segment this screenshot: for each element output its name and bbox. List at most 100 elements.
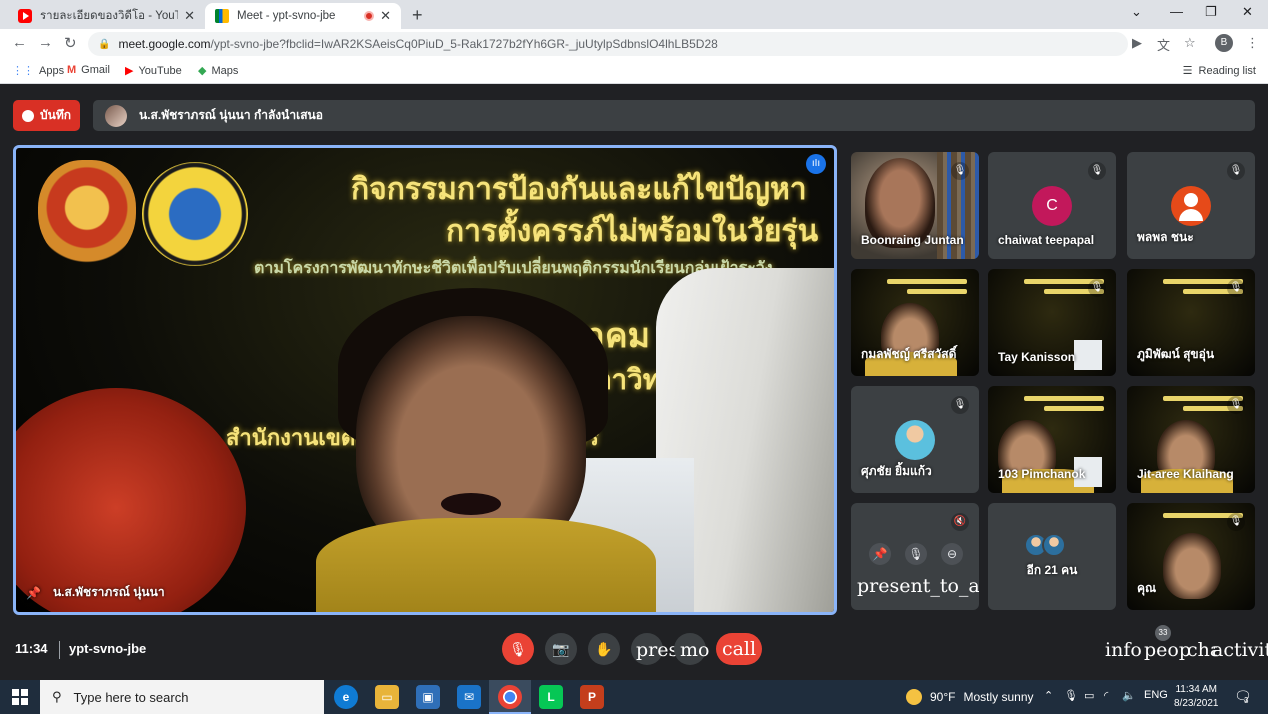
clock-time: 11:34 AM	[1175, 684, 1217, 695]
minimize-button[interactable]: —	[1170, 4, 1183, 19]
camera-toggle-button[interactable]: 📷	[545, 633, 577, 665]
powerpoint-icon[interactable]: P	[580, 685, 604, 709]
reading-list-button[interactable]: ☰ Reading list	[1183, 64, 1256, 78]
language-indicator[interactable]: ENG	[1144, 689, 1168, 701]
record-label: บันทึก	[40, 108, 71, 122]
end-call-button[interactable]: call	[716, 633, 762, 665]
participant-name: Tay Kanisson	[998, 350, 1076, 364]
close-tab-icon[interactable]: ✕	[380, 8, 391, 24]
url-host: meet.google.com	[118, 37, 211, 51]
bookmark-star-icon[interactable]: ☆	[1184, 35, 1196, 51]
camera-icon[interactable]: ▶	[1132, 35, 1142, 51]
profile-avatar[interactable]: B	[1215, 34, 1233, 52]
participant-tile[interactable]: กมลพัชญ์ ศรีสวัสดิ์	[851, 269, 979, 376]
edge-icon[interactable]: e	[334, 685, 358, 709]
lock-icon[interactable]: 🔒	[98, 39, 110, 50]
meeting-info-button[interactable]: info	[1105, 639, 1142, 661]
weather-temp: 90°F	[930, 690, 956, 704]
windows-taskbar: ⚲ Type here to search e ▭ ▣ ✉ L P 90°F M…	[0, 680, 1268, 714]
participant-name: ภูมิพัฒน์ สุขอุ่น	[1137, 347, 1215, 361]
audio-level-icon: ıIı	[806, 154, 826, 174]
tab-meet[interactable]: Meet - ypt-svno-jbe ✕	[205, 3, 401, 29]
more-participants-count: อีก 21 คน	[1026, 563, 1078, 577]
volume-icon[interactable]: 🔈	[1122, 689, 1136, 702]
new-tab-button[interactable]: +	[412, 5, 423, 26]
url-path: /ypt-svno-jbe?fbclid=IwAR2KSAeisCq0PiuD_…	[210, 37, 718, 51]
notification-icon[interactable]: 🗨	[1234, 688, 1252, 705]
forward-button[interactable]: →	[38, 34, 53, 51]
participant-tile[interactable]: 🎙 Jit-aree Klaihang	[1127, 386, 1255, 493]
wifi-icon[interactable]: ◜	[1104, 689, 1108, 702]
participant-name: Boonraing Juntan	[861, 233, 964, 247]
gmail-icon: M	[67, 64, 77, 76]
participant-name: พลพล ชนะ	[1137, 230, 1194, 244]
windows-start-icon[interactable]	[12, 689, 28, 705]
sun-icon	[906, 689, 922, 705]
microphone-icon[interactable]: 🎙	[1064, 689, 1078, 702]
tab-title: รายละเอียดของวิดีโอ - YouTube Studio	[40, 10, 178, 22]
file-explorer-icon[interactable]: ▭	[375, 685, 399, 709]
maximize-button[interactable]: ❐	[1205, 4, 1217, 20]
people-button[interactable]: people	[1144, 639, 1190, 661]
participant-tile[interactable]: 🎙 ภูมิพัฒน์ สุขอุ่น	[1127, 269, 1255, 376]
back-button[interactable]: ←	[12, 34, 27, 51]
raise-hand-button[interactable]: ✋	[588, 633, 620, 665]
tab-search-icon[interactable]: ⌄	[1131, 4, 1142, 20]
url-field[interactable]: 🔒 meet.google.com /ypt-svno-jbe?fbclid=I…	[88, 32, 1128, 56]
muted-mic-icon: 🎙	[951, 396, 969, 414]
search-placeholder: Type here to search	[73, 689, 189, 705]
speaker-shirt	[316, 518, 656, 612]
participant-tile[interactable]: 🎙 Tay Kanisson	[988, 269, 1116, 376]
pin-icon[interactable]: 📌	[869, 543, 891, 565]
participant-tile[interactable]: 🎙 ศุภชัย ยิ้มแก้ว	[851, 386, 979, 493]
more-options-label: mo	[680, 639, 710, 661]
chevron-up-icon[interactable]: ⌃	[1044, 689, 1053, 702]
muted-speaker-icon: 🔇	[951, 513, 969, 531]
participant-tile[interactable]: 🎙 Boonraing Juntan	[851, 152, 979, 259]
participant-tile[interactable]: C 🎙 chaiwat teepapal	[988, 152, 1116, 259]
meet-icon	[215, 9, 229, 23]
tab-title: Meet - ypt-svno-jbe	[237, 10, 336, 22]
meet-stage: บันทึก น.ส.พัชราภรณ์ นุ่นนา กำลังนำเสนอ …	[0, 85, 1268, 680]
record-button[interactable]: บันทึก	[13, 100, 80, 131]
mute-icon[interactable]: 🎙	[905, 543, 927, 565]
speaker-mouth	[441, 493, 501, 515]
participant-name: 103 Pimchanok	[998, 467, 1086, 481]
close-window-button[interactable]: ✕	[1242, 4, 1253, 20]
battery-icon[interactable]: ▭	[1084, 689, 1094, 702]
store-icon[interactable]: ▣	[416, 685, 440, 709]
self-view-tile[interactable]: 🔇 📌 🎙 ⊖ present_to_all	[851, 503, 979, 610]
bookmark-youtube[interactable]: ▶ YouTube	[125, 64, 182, 78]
participant-tile[interactable]: 103 Pimchanok	[988, 386, 1116, 493]
close-tab-icon[interactable]: ✕	[184, 8, 195, 24]
main-speaker-video[interactable]: กิจกรรมการป้องกันและแก้ไขปัญหา การตั้งคร…	[13, 145, 837, 615]
participant-tile[interactable]: 🎙 พลพล ชนะ	[1127, 152, 1255, 259]
bookmark-label: Gmail	[81, 64, 110, 76]
chrome-icon[interactable]	[498, 685, 522, 709]
mic-toggle-button[interactable]: 🎙	[502, 633, 534, 665]
taskbar-clock[interactable]: 11:34 AM 8/23/2021	[1174, 683, 1219, 711]
more-participants-tile[interactable]: อีก 21 คน	[988, 503, 1116, 610]
translate-icon[interactable]: 文	[1157, 35, 1170, 54]
participant-name: คุณ	[1137, 581, 1157, 595]
youtube-icon: ▶	[125, 65, 134, 77]
taskbar-search-box[interactable]: ⚲ Type here to search	[40, 680, 324, 714]
weather-widget[interactable]: 90°F Mostly sunny	[906, 689, 1034, 705]
participant-name: chaiwat teepapal	[998, 233, 1095, 247]
menu-icon[interactable]: ⋮	[1246, 35, 1259, 51]
line-icon[interactable]: L	[539, 685, 563, 709]
remove-icon[interactable]: ⊖	[941, 543, 963, 565]
activities-button[interactable]: activities	[1212, 639, 1268, 661]
reload-button[interactable]: ↻	[64, 34, 77, 52]
participant-name: ศุภชัย ยิ้มแก้ว	[861, 464, 932, 478]
participant-tile[interactable]: 🎙 คุณ	[1127, 503, 1255, 610]
bookmark-maps[interactable]: ◆ Maps	[198, 64, 238, 78]
mail-icon[interactable]: ✉	[457, 685, 481, 709]
pin-icon[interactable]: 📌	[26, 586, 41, 600]
bookmark-gmail[interactable]: M Gmail	[67, 64, 110, 76]
slide-title-line: กิจกรรมการป้องกันและแก้ไขปัญหา	[351, 173, 807, 206]
bookmark-apps[interactable]: ⋮⋮ Apps	[12, 64, 64, 78]
presenter-avatar	[105, 104, 127, 127]
participant-avatar	[1171, 186, 1211, 226]
tab-youtube-studio[interactable]: รายละเอียดของวิดีโอ - YouTube Studio ✕	[8, 3, 205, 29]
